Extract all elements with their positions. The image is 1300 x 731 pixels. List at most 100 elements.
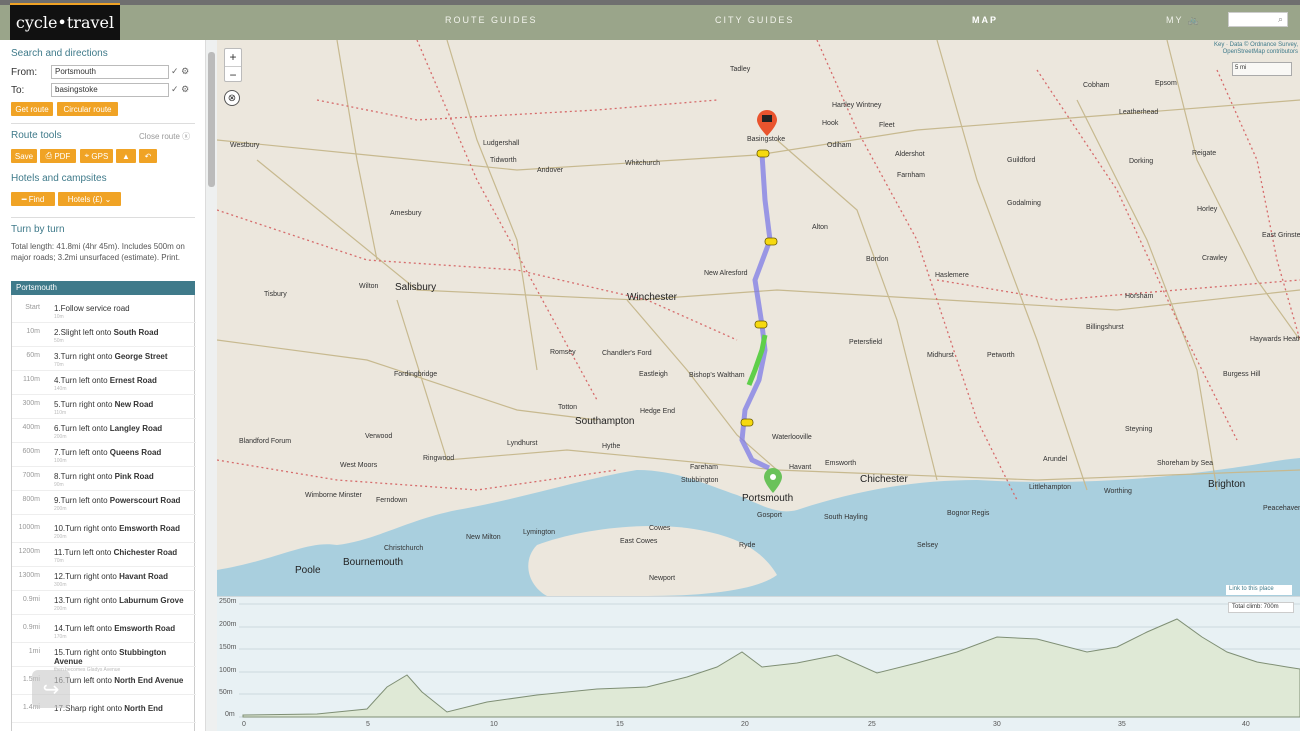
- step-number: 15.: [54, 648, 66, 657]
- road: [336, 40, 378, 261]
- step-segment-length: 70m: [54, 558, 64, 564]
- town-label: Lymington: [523, 529, 556, 536]
- step-instruction: 6.Turn left onto Langley Road 200m: [54, 424, 194, 442]
- zoom-control: + −: [224, 48, 242, 82]
- step-instruction: 3.Turn right onto George Street 70m: [54, 352, 194, 370]
- sidebar-scrollbar[interactable]: [205, 40, 217, 731]
- map-view[interactable]: Tadley Basingstoke Hartley Wintney Fleet Hoo…: [217, 40, 1300, 596]
- zoom-in-button[interactable]: +: [225, 49, 241, 65]
- turn-step[interactable]: 1mi 15.Turn right onto Stubbington Avenue…: [12, 643, 196, 673]
- step-number: 6.: [54, 424, 61, 433]
- circular-route-button[interactable]: Circular route: [57, 102, 118, 116]
- reverse-route-button[interactable]: ↶: [139, 149, 157, 163]
- turn-step[interactable]: 700m 8.Turn right onto Pink Road 90m: [12, 467, 196, 491]
- town-label: Tisbury: [264, 291, 287, 298]
- road: [776, 139, 938, 481]
- step-instruction: 5.Turn right onto New Road 110m: [54, 400, 194, 418]
- gps-button[interactable]: ⌖ GPS: [80, 149, 113, 163]
- from-input[interactable]: Portsmouth: [51, 65, 169, 79]
- step-action: Turn left onto: [60, 496, 110, 505]
- find-label: Find: [28, 194, 45, 204]
- sidebar: Search and directions From: Portsmouth ✓…: [0, 40, 205, 731]
- turn-step[interactable]: 0.9mi 13.Turn right onto Laburnum Grove 20…: [12, 591, 196, 615]
- settings-icon[interactable]: ⚙: [181, 84, 189, 94]
- site-search-input[interactable]: ⌕: [1228, 12, 1288, 27]
- step-segment-length: 110m: [54, 410, 67, 416]
- to-label: To:: [11, 85, 25, 96]
- close-route-link[interactable]: Close route ⓧ: [139, 131, 190, 142]
- reverse-icon: ↶: [144, 151, 152, 161]
- get-route-button[interactable]: Get route: [11, 102, 53, 116]
- step-road-name: North End: [124, 704, 163, 713]
- town-label: Guildford: [1007, 157, 1036, 164]
- turn-step[interactable]: 1200m 11.Turn left onto Chichester Road 70…: [12, 543, 196, 567]
- step-instruction: 17.Sharp right onto North End: [54, 704, 194, 713]
- step-segment-length: 300m: [54, 582, 67, 588]
- to-input[interactable]: basingstoke: [51, 83, 169, 97]
- step-distance: 10m: [26, 328, 40, 335]
- step-number: 1.: [54, 304, 61, 313]
- step-distance: 60m: [26, 352, 40, 359]
- warning-button[interactable]: ▲: [116, 149, 136, 163]
- town-label: Westbury: [230, 142, 260, 149]
- town-label: Bordon: [866, 256, 889, 263]
- hotels-dropdown[interactable]: Hotels (£) ⌄: [58, 192, 121, 206]
- town-label: Ludgershall: [483, 140, 520, 147]
- step-number: 9.: [54, 496, 61, 505]
- gps-icon: ⌖: [84, 151, 90, 160]
- zoom-out-button[interactable]: −: [225, 66, 241, 82]
- top-navigation-bar: cycle•travel ROUTE GUIDES CITY GUIDES MA…: [0, 0, 1300, 40]
- road: [1166, 40, 1300, 341]
- turn-step[interactable]: 110m 4.Turn left onto Ernest Road 140m: [12, 371, 196, 395]
- locate-icon[interactable]: ⊗: [224, 90, 240, 106]
- town-label: Romsey: [550, 349, 576, 356]
- check-icon[interactable]: ✓: [171, 66, 179, 76]
- step-segment-length: 50m: [54, 338, 64, 344]
- find-hotels-button[interactable]: ━ Find: [11, 192, 55, 206]
- nav-city-guides[interactable]: CITY GUIDES: [715, 15, 794, 25]
- cycle-route: [316, 99, 718, 121]
- link-to-this-place[interactable]: Link to this place: [1226, 585, 1292, 595]
- town-label: Godalming: [1007, 200, 1041, 207]
- nav-route-guides[interactable]: ROUTE GUIDES: [445, 15, 538, 25]
- turn-step[interactable]: 1300m 12.Turn right onto Havant Road 300m: [12, 567, 196, 591]
- town-label: Dorking: [1129, 158, 1154, 165]
- site-logo[interactable]: cycle•travel: [10, 5, 120, 40]
- map-attribution[interactable]: Key · Data © Ordnance Survey, OpenStreet…: [1190, 42, 1298, 56]
- town-label: Alton: [812, 224, 828, 231]
- turn-step[interactable]: 400m 6.Turn left onto Langley Road 200m: [12, 419, 196, 443]
- nav-map[interactable]: MAP: [972, 15, 998, 25]
- town-label: Petersfield: [849, 339, 883, 346]
- step-distance: 700m: [22, 472, 40, 479]
- town-label: Havant: [789, 464, 812, 471]
- cycle-route: [217, 209, 738, 341]
- step-action: Turn left onto: [60, 376, 110, 385]
- town-label: Gosport: [757, 512, 782, 519]
- cycle-route: [816, 40, 1018, 501]
- sidebar-scroll-thumb[interactable]: [208, 52, 215, 187]
- check-icon[interactable]: ✓: [171, 84, 179, 94]
- turn-step[interactable]: Start 1.Follow service road 10m: [12, 299, 196, 323]
- pdf-button[interactable]: ⎙ PDF: [40, 149, 76, 163]
- town-label: Poole: [295, 565, 321, 576]
- from-field-icons[interactable]: ✓ ⚙: [171, 66, 189, 77]
- step-distance: 600m: [22, 448, 40, 455]
- town-label: Petworth: [987, 352, 1015, 359]
- turn-step[interactable]: 300m 5.Turn right onto New Road 110m: [12, 395, 196, 419]
- turn-step[interactable]: 1000m 10.Turn right onto Emsworth Road 200…: [12, 519, 196, 543]
- turn-step[interactable]: 600m 7.Turn left onto Queens Road 100m: [12, 443, 196, 467]
- town-label: Tadley: [730, 66, 751, 73]
- step-road-name: North End Avenue: [114, 676, 184, 685]
- elevation-area: [242, 618, 1300, 718]
- share-icon[interactable]: ↪: [32, 670, 70, 708]
- turn-step[interactable]: 0.9mi 14.Turn left onto Emsworth Road 170m: [12, 619, 196, 643]
- settings-icon[interactable]: ⚙: [181, 66, 189, 76]
- turn-step[interactable]: 10m 2.Slight left onto South Road 50m: [12, 323, 196, 347]
- destination-pin: [757, 110, 777, 136]
- turn-step[interactable]: 800m 9.Turn left onto Powerscourt Road 200…: [12, 491, 196, 515]
- nav-my[interactable]: MY 🚲: [1166, 15, 1201, 26]
- to-field-icons[interactable]: ✓ ⚙: [171, 84, 189, 95]
- turn-step[interactable]: 60m 3.Turn right onto George Street 70m: [12, 347, 196, 371]
- elevation-profile[interactable]: 250m 200m 150m 100m 50m 0m 0 5 10 15 20 …: [217, 596, 1300, 731]
- save-button[interactable]: Save: [11, 149, 37, 163]
